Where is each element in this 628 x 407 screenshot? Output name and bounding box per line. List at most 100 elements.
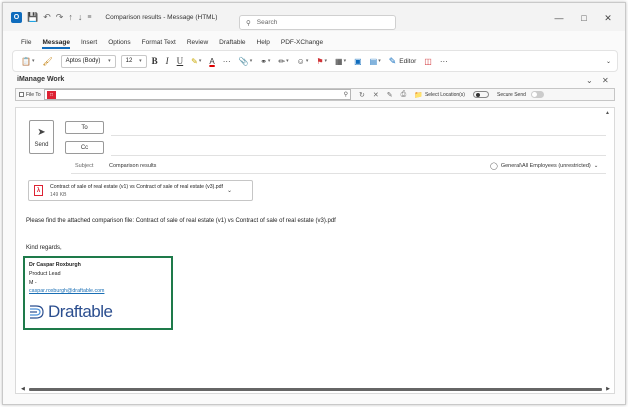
menu-options[interactable]: Options bbox=[108, 39, 130, 46]
save-icon[interactable]: 💾 bbox=[27, 12, 38, 23]
body-line[interactable]: Please find the attached comparison file… bbox=[26, 218, 336, 224]
imanage-close-icon[interactable]: ✕ bbox=[602, 76, 609, 85]
close-icon[interactable]: ✕ bbox=[602, 13, 614, 24]
underline-button[interactable]: U bbox=[177, 56, 184, 66]
file-to-checkbox[interactable]: File To bbox=[16, 92, 44, 98]
menu-insert[interactable]: Insert bbox=[81, 39, 97, 46]
draftable-logo-icon bbox=[30, 305, 44, 319]
menu-pdf-xchange[interactable]: PDF-XChange bbox=[281, 39, 323, 46]
search-icon[interactable]: ⚲ bbox=[344, 91, 348, 98]
paste-icon[interactable]: 📋 ▾ bbox=[21, 57, 34, 66]
attachment-card[interactable]: λ Contract of sale of real estate (v1) v… bbox=[28, 180, 253, 201]
signature-email-link[interactable]: caspar.roxburgh@draftable.com bbox=[29, 288, 104, 294]
to-button[interactable]: To bbox=[65, 121, 104, 134]
scrollbar-thumb[interactable] bbox=[29, 388, 602, 391]
file-to-label: File To bbox=[26, 91, 41, 98]
send-label: Send bbox=[34, 141, 49, 148]
up-icon[interactable]: ↑ bbox=[68, 12, 73, 22]
refresh-icon[interactable]: ↻ bbox=[359, 91, 365, 99]
pin-icon[interactable]: ✎ bbox=[387, 91, 393, 99]
subject-underline bbox=[71, 173, 606, 174]
ribbon-collapse-icon[interactable]: ⌄ bbox=[606, 58, 611, 65]
redo-icon[interactable]: ↷ bbox=[56, 12, 64, 23]
search-icon: ⚲ bbox=[246, 19, 251, 27]
menu-draftable[interactable]: Draftable bbox=[219, 39, 245, 46]
subject-input[interactable]: Comparison results bbox=[109, 163, 156, 169]
menu-message[interactable]: Message bbox=[42, 39, 71, 49]
customize-icon[interactable]: ≡ bbox=[87, 14, 91, 21]
scroll-up-arrow-icon[interactable]: ▲ bbox=[605, 110, 610, 116]
secure-send-label: Secure Send bbox=[496, 91, 526, 98]
maximize-icon[interactable]: □ bbox=[578, 13, 590, 23]
compose-pane: ➤ Send To Cc Subject Comparison results … bbox=[15, 107, 615, 394]
chevron-down-icon: ⌄ bbox=[593, 163, 599, 169]
select-locations-button[interactable]: 📁 Select Location(s) bbox=[414, 91, 465, 99]
cc-button[interactable]: Cc bbox=[65, 141, 104, 154]
editor-label: Editor bbox=[399, 57, 417, 65]
imanage-collapse-icon[interactable]: ⌄ bbox=[586, 76, 593, 85]
signature-icon[interactable]: ✏ ▾ bbox=[278, 57, 288, 66]
print-icon[interactable]: ⎙ bbox=[401, 91, 407, 99]
horizontal-scrollbar[interactable]: ◀ ▶ bbox=[21, 386, 610, 392]
scroll-right-arrow-icon[interactable]: ▶ bbox=[606, 386, 610, 392]
imanage-bar: File To □ ⚲ ↻ ✕ ✎ ⎙ 📁 Select Location(s)… bbox=[15, 88, 615, 101]
ribbon-more-button[interactable]: ··· bbox=[440, 57, 448, 66]
menu-bar: File Message Insert Options Format Text … bbox=[3, 36, 625, 49]
secure-send-toggle[interactable]: Secure Send bbox=[497, 91, 544, 98]
cc-field[interactable] bbox=[111, 155, 606, 156]
flag-icon[interactable]: ⚑ ▾ bbox=[316, 57, 327, 66]
bold-button[interactable]: B bbox=[152, 56, 158, 66]
location-pill-icon[interactable] bbox=[472, 91, 489, 98]
undo-icon[interactable]: ↶ bbox=[43, 12, 51, 23]
sensitivity-label-button[interactable]: ◯ General\All Employees (unrestricted) ⌄ bbox=[490, 162, 598, 170]
editor-button[interactable]: ✎ Editor bbox=[389, 56, 417, 67]
menu-format-text[interactable]: Format Text bbox=[142, 39, 176, 46]
shield-icon: ◯ bbox=[490, 163, 498, 170]
format-painter-icon[interactable]: 🖌 bbox=[42, 57, 52, 66]
italic-button[interactable]: I bbox=[166, 56, 169, 66]
signature-name: Dr Caspar Roxburgh bbox=[29, 262, 81, 268]
down-icon[interactable]: ↓ bbox=[78, 12, 83, 22]
font-size-value: 12 bbox=[125, 58, 133, 64]
font-size-select[interactable]: 12 ▾ bbox=[120, 54, 147, 68]
file-to-location-input[interactable]: □ ⚲ bbox=[44, 89, 351, 100]
signature-role: Product Lead bbox=[29, 271, 61, 277]
minimize-icon[interactable]: — bbox=[553, 13, 565, 23]
apps-icon[interactable]: ▣ bbox=[354, 57, 362, 66]
more-font-options-button[interactable]: ··· bbox=[223, 57, 231, 66]
comparison-icon[interactable]: ◫ bbox=[424, 57, 432, 66]
emoji-icon[interactable]: ☺ ▾ bbox=[297, 57, 309, 66]
pdf-icon: □ bbox=[47, 90, 56, 99]
ribbon-toolbar: 📋 ▾ 🖌 Aptos (Body) ▾ 12 ▾ B I U ✎ ▾ A ··· … bbox=[12, 50, 618, 72]
chevron-down-icon: ▾ bbox=[139, 58, 142, 64]
addin-icon[interactable]: ▤ ▾ bbox=[370, 57, 381, 66]
send-button[interactable]: ➤ Send bbox=[29, 120, 54, 154]
attachment-menu-chevron-icon[interactable]: ⌄ bbox=[227, 187, 232, 194]
search-input[interactable]: ⚲ Search bbox=[239, 15, 396, 30]
scroll-left-arrow-icon[interactable]: ◀ bbox=[21, 386, 25, 392]
font-color-button[interactable]: A bbox=[209, 57, 214, 66]
body-line[interactable]: Kind regards, bbox=[26, 245, 62, 251]
menu-file[interactable]: File bbox=[21, 39, 31, 46]
toggle-switch[interactable] bbox=[530, 91, 544, 98]
tags-icon[interactable]: ▦ ▾ bbox=[335, 57, 346, 66]
editor-pen-icon: ✎ bbox=[388, 55, 397, 66]
signature-mobile: M - bbox=[29, 280, 37, 286]
chevron-down-icon: ▾ bbox=[108, 58, 111, 64]
subject-label: Subject bbox=[75, 163, 94, 169]
checkbox[interactable] bbox=[19, 92, 24, 97]
attach-icon[interactable]: 📎 ▾ bbox=[239, 57, 252, 66]
select-locations-label: Select Location(s) bbox=[424, 91, 465, 98]
folder-icon: 📁 bbox=[414, 91, 423, 99]
link-icon[interactable]: ⚭ ▾ bbox=[260, 57, 270, 66]
clear-icon[interactable]: ✕ bbox=[373, 91, 379, 99]
font-name-select[interactable]: Aptos (Body) ▾ bbox=[60, 54, 116, 68]
draftable-logo: Draftable bbox=[29, 302, 113, 322]
menu-review[interactable]: Review bbox=[187, 39, 208, 46]
search-placeholder: Search bbox=[256, 19, 278, 26]
pdf-file-icon: λ bbox=[34, 185, 43, 196]
menu-help[interactable]: Help bbox=[257, 39, 270, 46]
highlight-icon[interactable]: ✎ ▾ bbox=[191, 57, 201, 66]
outlook-message-window: O 💾 ↶ ↷ ↑ ↓ ≡ Comparison results - Messa… bbox=[2, 2, 626, 405]
to-field[interactable] bbox=[111, 135, 606, 136]
